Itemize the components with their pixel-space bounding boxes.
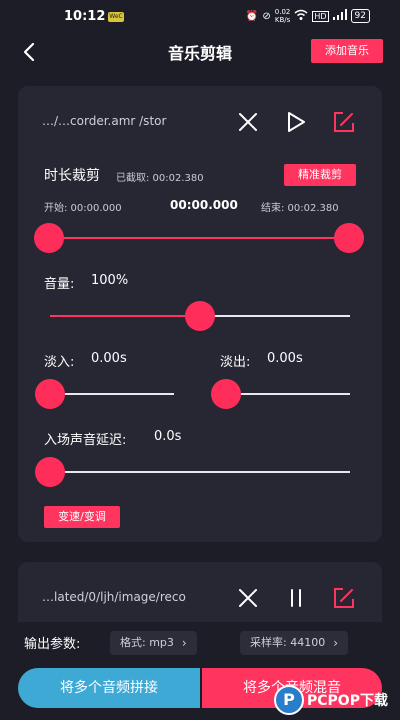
trim-start: 开始: 00:00.000 (44, 203, 122, 214)
remove-track-button[interactable] (236, 110, 260, 134)
edit-button[interactable] (332, 110, 356, 134)
fade-in-label: 淡入: (44, 355, 75, 370)
sample-rate-select[interactable]: 采样率: 44100 › (240, 631, 349, 655)
fade-in-value: 0.00s (91, 351, 127, 366)
fade-out-label: 淡出: (220, 355, 251, 370)
fade-out-handle[interactable] (211, 379, 241, 409)
output-params-label: 输出参数: (24, 637, 81, 652)
volume-label: 音量: (44, 277, 75, 292)
signal-icon (332, 9, 347, 23)
trim-current: 00:00.000 (170, 198, 238, 212)
fade-out-value: 0.00s (267, 351, 303, 366)
concat-audio-button[interactable]: 将多个音频拼接 (18, 668, 200, 708)
trim-captured: 已截取: 00:02.380 (116, 173, 204, 184)
sample-rate-value: 采样率: 44100 (250, 636, 326, 649)
close-icon (239, 589, 257, 607)
trim-title: 时长裁剪 (44, 168, 100, 184)
chevron-right-icon: › (333, 636, 339, 650)
status-bar: 10:12 WeC ⏰ ⊘ 0.02 KB/s HD 92 (0, 0, 400, 34)
status-time: 10:12 (64, 9, 106, 24)
alarm-icon: ⏰ (245, 10, 259, 22)
fade-in-track (50, 393, 174, 395)
format-value: 格式: mp3 (120, 636, 174, 649)
fade-out-track (226, 393, 350, 395)
trim-end-handle[interactable] (334, 223, 364, 253)
delay-handle[interactable] (35, 457, 65, 487)
track-card: …/…corder.amr /stor 时长裁剪 已截取: 00:02.380 … (18, 86, 382, 542)
file-path: …/…corder.amr /stor (42, 114, 167, 128)
play-icon (288, 112, 305, 132)
chevron-right-icon: › (181, 636, 187, 650)
network-speed: 0.02 KB/s (274, 8, 291, 24)
status-icons: ⏰ ⊘ 0.02 KB/s HD 92 (246, 8, 370, 24)
volume-track-rest (200, 315, 350, 317)
precise-trim-button[interactable]: 精准裁剪 (284, 164, 356, 186)
track-card-2: …lated/0/ljh/image/reco (18, 562, 382, 622)
watermark-text: PCPOP下载 (307, 693, 388, 709)
edit-icon (334, 112, 354, 132)
chevron-left-icon (23, 42, 35, 62)
fade-in-handle[interactable] (35, 379, 65, 409)
wifi-icon (294, 9, 308, 24)
edit-icon (334, 588, 354, 608)
pause-icon (291, 589, 301, 607)
volume-slider-handle[interactable] (185, 301, 215, 331)
app-header: 音乐剪辑 添加音乐 (0, 34, 400, 70)
trim-track (48, 237, 350, 239)
format-select[interactable]: 格式: mp3 › (110, 631, 197, 655)
play-button[interactable] (284, 110, 308, 134)
battery-indicator: 92 (350, 9, 370, 23)
watermark: P PCPOP下载 (274, 680, 400, 720)
delay-value: 0.0s (154, 429, 182, 444)
close-icon (239, 113, 257, 131)
volume-value: 100% (91, 273, 129, 288)
remove-track-button-2[interactable] (236, 586, 260, 610)
file-path-2: …lated/0/ljh/image/reco (42, 590, 186, 604)
notification-badge: WeC (108, 12, 124, 22)
back-button[interactable] (16, 38, 44, 66)
trim-end: 结束: 00:02.380 (261, 203, 339, 214)
delay-label: 入场声音延迟: (44, 433, 127, 448)
watermark-logo: P (274, 685, 304, 715)
volume-track-filled (50, 315, 200, 317)
hd-icon: HD (312, 10, 329, 22)
mute-icon: ⊘ (262, 10, 271, 22)
trim-start-handle[interactable] (34, 223, 64, 253)
add-music-button[interactable]: 添加音乐 (311, 39, 383, 63)
speed-pitch-button[interactable]: 变速/变调 (44, 506, 120, 528)
edit-button-2[interactable] (332, 586, 356, 610)
delay-track (50, 471, 350, 473)
pause-button[interactable] (284, 586, 308, 610)
